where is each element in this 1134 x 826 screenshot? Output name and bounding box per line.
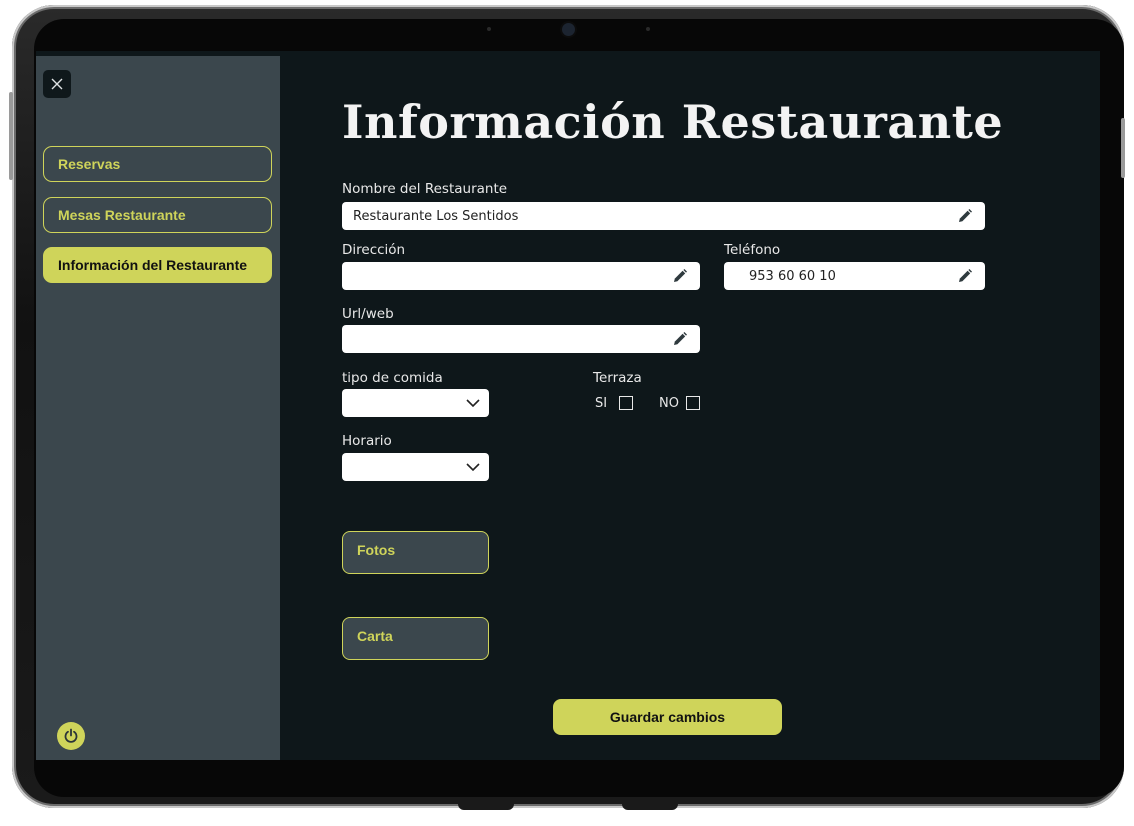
sidebar-item-label: Mesas Restaurante (58, 207, 186, 223)
fotos-button-label: Fotos (357, 542, 396, 558)
terraza-si-label: SI (595, 396, 608, 411)
sidebar: Reservas Mesas Restaurante Información d… (36, 56, 280, 760)
pencil-icon[interactable] (672, 331, 688, 347)
save-button-label: Guardar cambios (609, 709, 726, 725)
direccion-field (342, 262, 700, 290)
tipo-comida-select[interactable] (342, 389, 489, 417)
pencil-icon[interactable] (672, 268, 688, 284)
page-title: Información Restaurante (342, 95, 1004, 149)
chevron-down-icon (466, 399, 480, 408)
pencil-icon[interactable] (957, 268, 973, 284)
telefono-input[interactable] (724, 262, 957, 290)
sidebar-item-label: Reservas (58, 156, 121, 172)
device-bottom-tab-left (458, 804, 514, 810)
device-sensor-left (487, 27, 491, 31)
pencil-icon[interactable] (957, 208, 973, 224)
url-input[interactable] (342, 325, 672, 353)
nombre-input[interactable] (342, 202, 957, 230)
sidebar-item-mesas-restaurante[interactable]: Mesas Restaurante (43, 197, 272, 233)
tipo-comida-label: tipo de comida (342, 370, 443, 386)
horario-select[interactable] (342, 453, 489, 481)
sidebar-item-reservas[interactable]: Reservas (43, 146, 272, 182)
app-screen: Reservas Mesas Restaurante Información d… (36, 51, 1100, 760)
main-content: Información Restaurante Nombre del Resta… (280, 51, 1100, 760)
fotos-button[interactable]: Fotos (342, 531, 489, 574)
nombre-label: Nombre del Restaurante (342, 181, 508, 197)
chevron-down-icon (466, 463, 480, 472)
sidebar-item-informacion-restaurante[interactable]: Información del Restaurante (43, 247, 272, 283)
carta-button[interactable]: Carta (342, 617, 489, 660)
direccion-input[interactable] (342, 262, 672, 290)
nombre-field (342, 202, 985, 230)
url-label: Url/web (342, 306, 394, 322)
horario-label: Horario (342, 433, 392, 449)
device-bottom-tab-right (622, 804, 678, 810)
terraza-no-label: NO (659, 396, 679, 411)
url-field (342, 325, 700, 353)
carta-button-label: Carta (357, 628, 393, 644)
close-button[interactable] (43, 70, 71, 98)
save-button[interactable]: Guardar cambios (553, 699, 782, 735)
power-icon (64, 728, 78, 743)
close-icon (51, 78, 63, 90)
terraza-no-checkbox[interactable] (686, 396, 700, 410)
terraza-label: Terraza (593, 370, 642, 386)
device-sensor-right (646, 27, 650, 31)
direccion-label: Dirección (342, 242, 406, 258)
sidebar-item-label: Información del Restaurante (58, 257, 248, 273)
terraza-si-checkbox[interactable] (619, 396, 633, 410)
device-camera (562, 23, 575, 36)
power-button[interactable] (57, 722, 85, 750)
device-side-button-left (9, 92, 13, 180)
device-side-button-right (1121, 118, 1125, 178)
telefono-field (724, 262, 985, 290)
telefono-label: Teléfono (724, 242, 781, 258)
